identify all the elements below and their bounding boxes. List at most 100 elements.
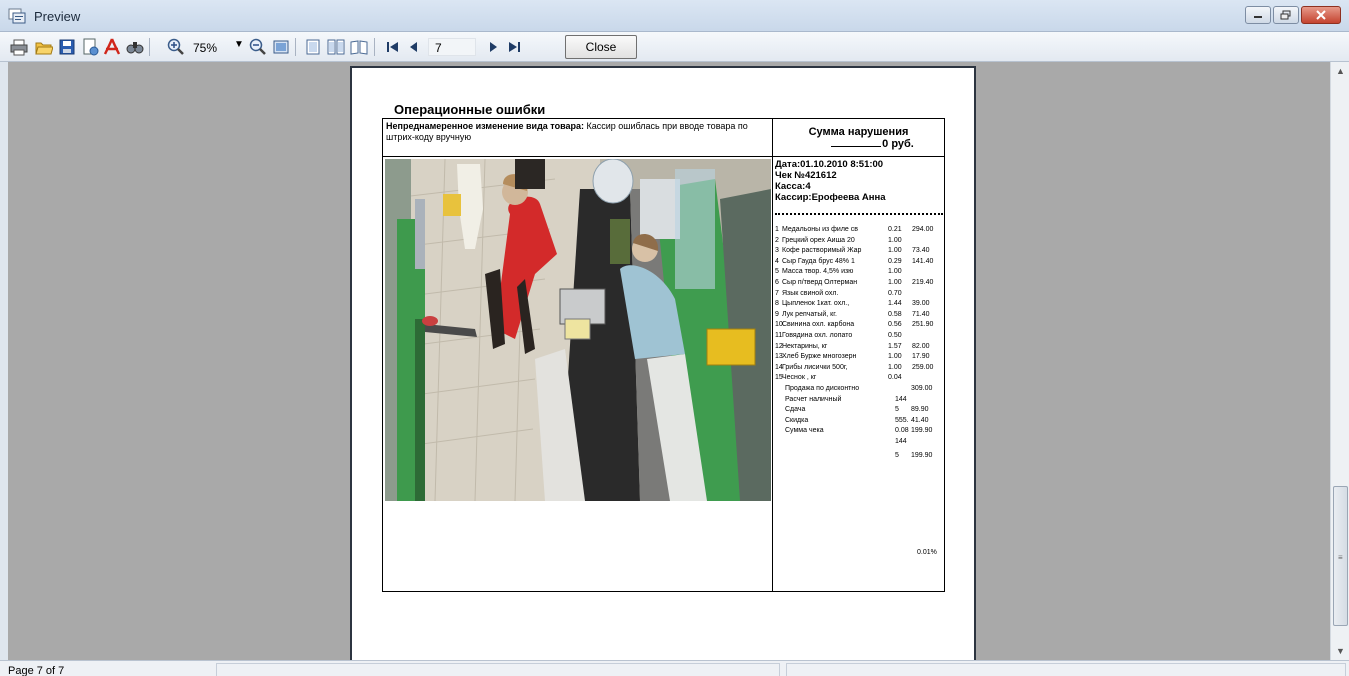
item-price <box>912 267 942 278</box>
item-price <box>912 289 942 300</box>
item-price: 17.90 <box>912 353 930 361</box>
summary-value: 41.40 <box>911 416 929 424</box>
summary-name: Сумма чека <box>785 427 824 435</box>
item-price: 73.40 <box>912 247 930 255</box>
zoom-in-button[interactable] <box>167 38 185 56</box>
item-number: 2 <box>775 236 779 244</box>
item-price: 259.00 <box>912 363 934 371</box>
find-button[interactable] <box>126 38 144 56</box>
item-number: 11 <box>775 331 783 339</box>
item-name: Грецкий орех Аиша 20 <box>782 236 855 244</box>
violation-sum-box: Сумма нарушения 0 руб. <box>773 119 944 157</box>
single-page-button[interactable] <box>304 38 322 56</box>
item-qty: 0.50 <box>888 331 902 339</box>
summary-name: Расчет наличный <box>785 395 842 403</box>
dotted-separator <box>775 213 943 215</box>
item-price: 71.40 <box>912 310 930 318</box>
page-number-input[interactable]: 7 <box>428 38 476 56</box>
zoom-out-button[interactable] <box>249 38 267 56</box>
item-qty: 0.70 <box>888 289 902 297</box>
find-icon <box>126 42 144 54</box>
register-number: Касса:4 <box>775 181 811 192</box>
next-page-button[interactable] <box>484 38 502 56</box>
summary-qty: 144 <box>895 395 907 403</box>
item-price: 251.90 <box>912 321 934 329</box>
vertical-scrollbar[interactable]: ▲ ≡ ▼ <box>1330 62 1349 660</box>
item-name: Сыр Гауда брус 48% 1 <box>782 257 855 265</box>
item-number: 1 <box>775 226 779 233</box>
open-button[interactable] <box>35 38 53 56</box>
report-page: Операционные ошибки Непреднамеренное изм… <box>350 66 976 660</box>
status-pane <box>786 663 1346 676</box>
first-page-icon <box>387 42 398 52</box>
summary-qty: 555. <box>895 416 909 424</box>
cashier-name: Кассир:Ерофеева Анна <box>775 192 886 203</box>
chevron-down-icon[interactable]: ▼ <box>234 39 244 50</box>
summary-value: 199.90 <box>911 427 933 435</box>
scroll-down-icon[interactable]: ▼ <box>1336 646 1345 656</box>
summary-name: Продажа по дисконтно <box>785 384 860 392</box>
full-page-icon <box>273 40 289 54</box>
item-price: 82.00 <box>912 342 930 350</box>
status-pane <box>216 663 780 676</box>
print-icon <box>10 39 28 56</box>
scrollbar-thumb[interactable]: ≡ <box>1333 486 1348 626</box>
preview-area[interactable]: Операционные ошибки Непреднамеренное изм… <box>8 62 1330 660</box>
summary-qty: 5 <box>895 406 899 414</box>
grip-icon: ≡ <box>1338 553 1343 562</box>
single-page-icon <box>306 39 320 55</box>
zoom-select[interactable]: 75% <box>193 41 217 55</box>
page-status: Page 7 of 7 <box>8 665 65 676</box>
page-setup-icon <box>83 38 99 56</box>
item-name: Нектарины, кг <box>782 342 828 350</box>
two-pages-button[interactable] <box>327 38 345 56</box>
scroll-up-icon[interactable]: ▲ <box>1336 66 1345 76</box>
item-number: 4 <box>775 257 779 265</box>
item-name: Кофе растворимый Жар <box>782 247 862 255</box>
minimize-button[interactable] <box>1245 6 1271 24</box>
previous-page-button[interactable] <box>405 38 423 56</box>
item-name: Лук репчатый, кг. <box>782 310 837 318</box>
item-name: Чеснок , кг <box>782 374 817 382</box>
item-number: 8 <box>775 300 779 308</box>
item-number: 9 <box>775 310 779 318</box>
summary-value <box>911 395 938 406</box>
summary-value: 199.90 <box>911 452 933 460</box>
summary-qty: 5 <box>895 452 899 460</box>
violation-type: Непреднамеренное изменение вида товара: <box>386 121 584 131</box>
multiple-pages-button[interactable] <box>350 38 368 56</box>
close-window-button[interactable] <box>1301 6 1341 24</box>
receipt-number: Чек №421612 <box>775 170 837 181</box>
full-page-button[interactable] <box>272 38 290 56</box>
item-name: Грибы лисички 500г, <box>782 363 848 371</box>
item-qty: 1.00 <box>888 268 902 276</box>
summary-qty: 0.08 <box>895 427 909 435</box>
item-qty: 1.00 <box>888 278 902 286</box>
report-heading: Операционные ошибки <box>394 102 546 117</box>
close-preview-button[interactable]: Close <box>565 35 637 59</box>
item-price <box>912 331 942 342</box>
close-icon <box>1316 10 1326 20</box>
previous-page-icon <box>410 42 417 52</box>
title-bar: Preview <box>0 0 1349 32</box>
preview-app-icon <box>8 8 26 24</box>
pdf-export-button[interactable] <box>103 38 121 56</box>
restore-button[interactable] <box>1273 6 1299 24</box>
summary-value: 89.90 <box>911 406 929 414</box>
item-price <box>912 373 942 384</box>
multiple-pages-icon <box>350 40 368 55</box>
item-number: 14 <box>775 363 783 371</box>
item-qty: 1.00 <box>888 236 902 244</box>
checkout-camera-image <box>385 159 771 501</box>
item-qty: 1.00 <box>888 247 902 255</box>
item-qty: 1.57 <box>888 342 902 350</box>
item-number: 6 <box>775 278 779 286</box>
last-page-button[interactable] <box>505 38 523 56</box>
page-setup-button[interactable] <box>81 38 99 56</box>
open-icon <box>35 42 53 55</box>
item-name: Хлеб Бурже многозерн <box>782 353 857 361</box>
first-page-button[interactable] <box>384 38 402 56</box>
item-price: 294.00 <box>912 226 934 233</box>
save-button[interactable] <box>58 38 76 56</box>
print-button[interactable] <box>10 38 28 56</box>
